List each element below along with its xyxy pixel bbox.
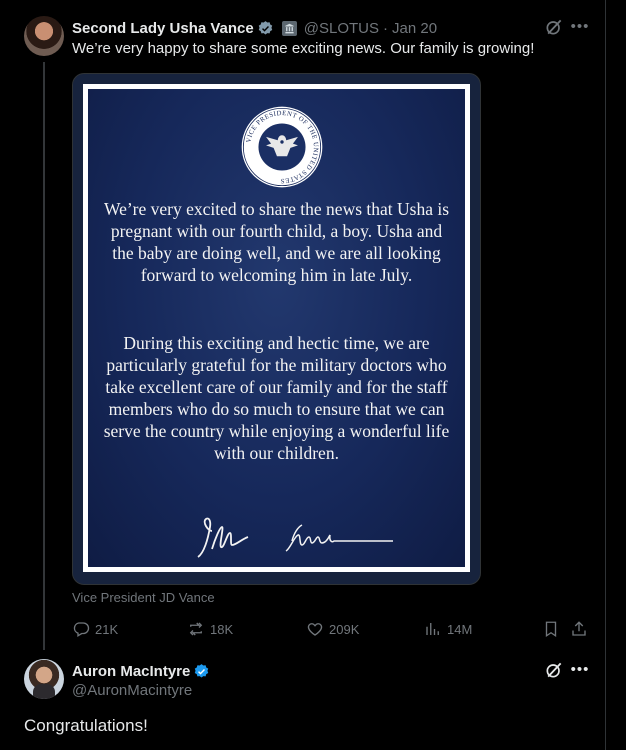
reply-text: Congratulations! — [24, 716, 148, 735]
bookmark-icon[interactable] — [542, 620, 560, 638]
like-count: 209K — [329, 621, 360, 637]
grok-icon[interactable] — [544, 660, 564, 680]
tweet-media[interactable]: VICE PRESIDENT OF THE UNITED STATES We’r… — [72, 73, 481, 585]
signature-usha-vance — [285, 524, 393, 552]
views-count: 14M — [447, 621, 473, 637]
media-caption: Vice President JD Vance — [72, 590, 215, 605]
heart-icon — [307, 623, 323, 636]
views-icon — [426, 623, 439, 635]
author-handle[interactable]: @SLOTUS — [304, 20, 379, 37]
more-icon[interactable]: ••• — [570, 17, 590, 37]
grok-icon[interactable] — [544, 17, 564, 37]
signature-jd-vance — [197, 517, 249, 558]
reply-author-avatar[interactable] — [24, 659, 64, 699]
repost-button[interactable]: 18K — [187, 619, 233, 639]
reply-header: Auron MacIntyre — [72, 660, 210, 682]
reply-icon — [73, 622, 90, 637]
verified-badge-icon[interactable] — [257, 20, 274, 37]
repost-count: 18K — [210, 621, 234, 637]
author-avatar[interactable] — [24, 16, 64, 56]
share-icon[interactable] — [570, 620, 588, 638]
vice-president-seal-icon: VICE PRESIDENT OF THE UNITED STATES — [241, 106, 323, 188]
reply-count: 21K — [95, 621, 119, 637]
tweet-date[interactable]: Jan 20 — [392, 20, 437, 37]
thread-connector-line — [43, 62, 45, 650]
author-name[interactable]: Second Lady Usha Vance — [72, 20, 254, 37]
views-button[interactable]: 14M — [424, 619, 472, 639]
reply-author-handle[interactable]: @AuronMacintyre — [72, 682, 192, 699]
reply-author-name[interactable]: Auron MacIntyre — [72, 663, 190, 680]
tweet-actions: 21K 18K 209K 14M — [72, 619, 592, 639]
tweet-text: We’re very happy to share some exciting … — [72, 40, 535, 57]
dot-separator: · — [383, 19, 388, 37]
letter-paragraph-1: We’re very excited to share the news tha… — [103, 199, 450, 285]
like-button[interactable]: 209K — [306, 619, 359, 639]
letter-paragraph-2: During this exciting and hectic time, we… — [103, 333, 450, 463]
tweet-header: Second Lady Usha Vance @SLOTUS · Jan 20 — [72, 17, 437, 39]
reply-button[interactable]: 21K — [72, 619, 118, 639]
repost-icon — [189, 622, 203, 636]
verified-badge-icon[interactable] — [193, 663, 210, 680]
more-icon[interactable]: ••• — [570, 660, 590, 680]
government-affiliation-icon[interactable] — [281, 20, 297, 36]
announcement-image: VICE PRESIDENT OF THE UNITED STATES We’r… — [83, 84, 470, 572]
